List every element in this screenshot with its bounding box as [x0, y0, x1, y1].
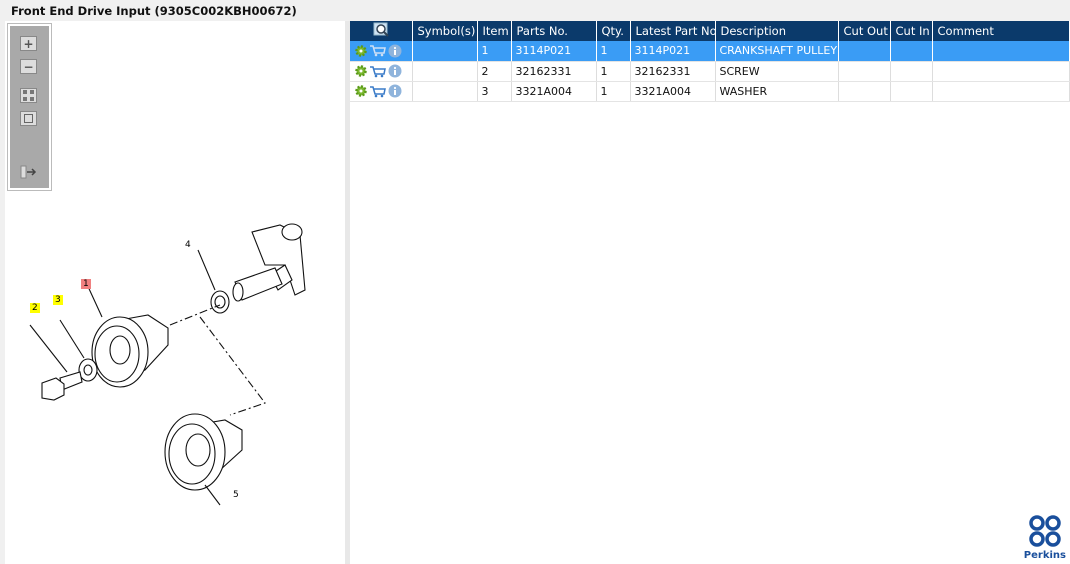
header-parts-no[interactable]: Parts No.	[511, 21, 597, 41]
cell-latest: 3321A004	[630, 81, 716, 102]
magnifier-icon	[373, 22, 389, 37]
plus-icon: +	[23, 36, 34, 51]
cell-comment	[932, 61, 1070, 82]
header-qty[interactable]: Qty.	[596, 21, 631, 41]
cell-parts-no: 3321A004	[511, 81, 597, 102]
table-row[interactable]: 1 3114P021 1 3114P021 CRANKSHAFT PULLEY	[350, 41, 1070, 62]
export-arrow-icon	[20, 165, 37, 178]
gear-icon[interactable]	[355, 85, 367, 97]
illustration-panel[interactable]: + − 1 2 3 4 5	[5, 21, 345, 564]
cell-parts-no: 3114P021	[511, 41, 597, 62]
info-icon[interactable]	[388, 84, 402, 98]
cell-cut-in	[890, 61, 933, 82]
cell-cut-out	[838, 81, 891, 102]
header-item[interactable]: Item	[477, 21, 512, 41]
minus-icon: −	[23, 59, 34, 74]
cell-parts-no: 32162331	[511, 61, 597, 82]
cell-cut-in	[890, 81, 933, 102]
callout-1[interactable]: 1	[81, 279, 91, 289]
row-actions	[350, 61, 413, 82]
cart-icon[interactable]	[369, 44, 386, 57]
table-row[interactable]: 3 3321A004 1 3321A004 WASHER	[350, 81, 1070, 102]
cart-icon[interactable]	[369, 65, 386, 78]
table-header: Symbol(s) Item Parts No. Qty. Latest Par…	[350, 21, 1070, 41]
parts-table: Symbol(s) Item Parts No. Qty. Latest Par…	[350, 21, 1070, 102]
fit-all-button[interactable]	[20, 88, 37, 103]
row-actions	[350, 41, 413, 62]
exploded-parts-diagram[interactable]	[20, 220, 330, 510]
row-actions	[350, 81, 413, 102]
callout-3[interactable]: 3	[53, 295, 63, 305]
cell-item: 1	[477, 41, 512, 62]
cell-description: CRANKSHAFT PULLEY	[715, 41, 839, 62]
cell-cut-out	[838, 61, 891, 82]
grid-icon	[23, 90, 34, 101]
gear-icon[interactable]	[355, 45, 367, 57]
cell-qty: 1	[596, 61, 631, 82]
header-cut-out[interactable]: Cut Out	[838, 21, 891, 41]
actual-size-button[interactable]	[20, 111, 37, 126]
cell-symbol	[412, 41, 478, 62]
cart-icon[interactable]	[369, 85, 386, 98]
page-title: Front End Drive Input (9305C002KBH00672)	[11, 4, 297, 18]
cell-latest: 3114P021	[630, 41, 716, 62]
cell-qty: 1	[596, 81, 631, 102]
search-column-header[interactable]	[350, 21, 413, 41]
callout-2[interactable]: 2	[30, 303, 40, 313]
zoom-in-button[interactable]: +	[20, 36, 37, 51]
gear-icon[interactable]	[355, 65, 367, 77]
cell-symbol	[412, 61, 478, 82]
info-icon[interactable]	[388, 44, 402, 58]
cell-cut-out	[838, 41, 891, 62]
export-button[interactable]	[20, 164, 37, 179]
brand-name: Perkins	[1023, 550, 1066, 561]
header-comment[interactable]: Comment	[932, 21, 1070, 41]
header-symbols[interactable]: Symbol(s)	[412, 21, 478, 41]
cell-item: 3	[477, 81, 512, 102]
cell-latest: 32162331	[630, 61, 716, 82]
parts-list-panel: Symbol(s) Item Parts No. Qty. Latest Par…	[350, 21, 1070, 564]
cell-description: SCREW	[715, 61, 839, 82]
cell-description: WASHER	[715, 81, 839, 102]
square-icon	[24, 114, 33, 123]
cell-comment	[932, 41, 1070, 62]
perkins-emblem-icon	[1029, 515, 1061, 547]
header-latest-part-no[interactable]: Latest Part No.	[630, 21, 716, 41]
cell-symbol	[412, 81, 478, 102]
cell-cut-in	[890, 41, 933, 62]
callout-4[interactable]: 4	[183, 240, 193, 250]
perkins-logo: Perkins	[1024, 515, 1066, 561]
zoom-out-button[interactable]: −	[20, 59, 37, 74]
header-cut-in[interactable]: Cut In	[890, 21, 933, 41]
cell-comment	[932, 81, 1070, 102]
cell-item: 2	[477, 61, 512, 82]
cell-qty: 1	[596, 41, 631, 62]
table-row[interactable]: 2 32162331 1 32162331 SCREW	[350, 61, 1070, 82]
info-icon[interactable]	[388, 64, 402, 78]
callout-5[interactable]: 5	[231, 490, 241, 500]
header-description[interactable]: Description	[715, 21, 839, 41]
zoom-toolbar: + −	[7, 23, 52, 191]
